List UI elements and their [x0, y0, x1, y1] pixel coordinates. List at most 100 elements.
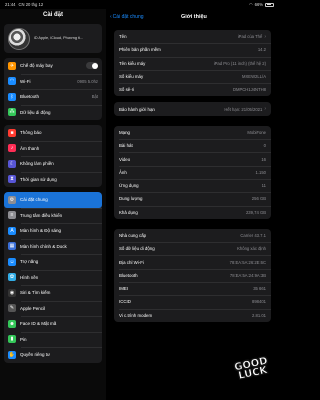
info-value: 11	[261, 183, 266, 189]
sidebar-title: Cài đặt	[42, 12, 63, 18]
info-row: ICCID 898401	[114, 295, 271, 308]
sidebar-item-faceid[interactable]: ☻ Face ID & Mật mã	[4, 316, 102, 332]
sidebar-item-label: Màn hình chính & Dock	[20, 243, 67, 249]
airplane-icon: ✈	[8, 61, 16, 70]
sidebar-item-notifications[interactable]: ■ Thông báo	[4, 125, 102, 141]
info-label: IMEI	[119, 286, 129, 292]
info-value: Không xác định	[237, 246, 266, 252]
sidebar-item-pencil[interactable]: ✎ Apple Pencil	[4, 300, 102, 317]
pencil-icon: ✎	[8, 304, 16, 313]
sidebar-group: ⚙ Cài đặt chung ≡ Trung tâm điều khiển A Màn …	[4, 192, 102, 363]
chevron-right-icon: ›	[264, 106, 266, 113]
settings-sidebar: Cài đặt iD Apple, iCloud, Phương ti... ✈…	[0, 9, 106, 400]
info-row[interactable]: Tên iPad của Thế ›	[114, 30, 271, 43]
info-row: Bài hát 0	[114, 139, 271, 152]
sidebar-item-label: Cài đặt chung	[20, 197, 48, 203]
sidebar-item-privacy[interactable]: ✋ Quyền riêng tư	[4, 347, 102, 363]
accessibility-icon: ☺	[8, 257, 16, 266]
control-center-icon: ≡	[8, 211, 16, 220]
battery-icon: ▮	[8, 335, 16, 344]
info-value: 1.150	[255, 169, 266, 175]
avatar	[8, 27, 30, 50]
info-value: iPad Pro (11 inch) (thế hệ 2)	[213, 60, 266, 66]
sidebar-item-wallpaper[interactable]: ✿ Hình nền	[4, 269, 102, 286]
info-label: Bài hát	[119, 143, 133, 149]
info-label: ICCID	[119, 299, 131, 305]
apple-id-profile[interactable]: iD Apple, iCloud, Phương ti...	[4, 24, 102, 53]
info-label: Nhà cung cấp	[119, 233, 147, 238]
notifications-icon: ■	[8, 128, 16, 137]
sidebar-item-control-center[interactable]: ≡ Trung tâm điều khiển	[4, 207, 102, 224]
gear-icon: ⚙	[8, 195, 16, 204]
sidebar-item-hourglass[interactable]: ⧗ Thời gian sử dụng	[4, 171, 102, 188]
info-label: Phiên bản phần mềm	[119, 47, 161, 53]
sidebar-item-siri[interactable]: ◉ Siri & Tìm kiếm	[4, 285, 102, 301]
sidebar-item-battery[interactable]: ▮ Pin	[4, 331, 102, 348]
sidebar-item-label: Không làm phiền	[20, 161, 54, 167]
info-row: Số kiểu máy MXEW2LL/A	[114, 69, 271, 83]
info-label: Video	[119, 156, 131, 162]
info-row[interactable]: Bảo hành giới hạn Hết hạn: 21/05/2021 ›	[114, 102, 271, 115]
wifi-status-icon: ◠	[248, 2, 253, 7]
back-button[interactable]: ‹ Cài đặt chung	[106, 14, 144, 20]
sidebar-item-label: Thông báo	[20, 130, 42, 136]
sidebar-item-label: Siri & Tìm kiếm	[20, 290, 51, 296]
sidebar-item-label: Âm thanh	[20, 145, 40, 151]
brightness-icon: A	[8, 226, 16, 235]
sidebar-item-label: Hình nền	[20, 274, 39, 280]
sidebar-item-sounds[interactable]: ♪ Âm thanh	[4, 140, 102, 157]
about-detail-pane: ‹ Cài đặt chung Giới thiệu Tên iPad của T…	[106, 9, 279, 400]
sidebar-item-bluetooth[interactable]: ᛒ Bluetooth Bật	[4, 89, 102, 105]
sidebar-group: ■ Thông báo ♪ Âm thanh ☾ Không làm phiền ⧗ Thời…	[4, 125, 102, 187]
faceid-icon: ☻	[8, 319, 16, 328]
info-label: Số sê-ri	[119, 87, 135, 93]
info-row: Tên kiểu máy iPad Pro (11 inch) (thế hệ 2…	[114, 56, 271, 70]
sidebar-item-label: Dữ liệu di động	[20, 109, 51, 115]
info-row: Ứng dụng 11	[114, 178, 271, 192]
home-screen-icon: ▦	[8, 242, 16, 251]
info-value: 256 GB	[251, 196, 266, 202]
status-bar: 21:44 CN 20 thg 12 ◠ 66%	[0, 0, 279, 9]
sidebar-item-wifi[interactable]: ◠ Wi-Fi 0905 5.0hz	[4, 73, 102, 90]
profile-subtitle: iD Apple, iCloud, Phương ti...	[34, 36, 84, 41]
sidebar-item-value: Bật	[91, 94, 98, 100]
page-title: Giới thiệu	[181, 14, 207, 20]
info-value: 16	[261, 156, 266, 162]
info-label: Vi c.trình modem	[119, 312, 153, 318]
info-label: Tên	[119, 34, 127, 40]
sidebar-item-home-screen[interactable]: ▦ Màn hình chính & Dock	[4, 238, 102, 255]
info-value: 0	[263, 143, 266, 149]
airplane-mode-toggle[interactable]	[86, 62, 98, 70]
info-label: Khả dụng	[119, 209, 138, 215]
sidebar-item-cellular[interactable]: ⁂ Dữ liệu di động	[4, 104, 102, 121]
info-row: Nhà cung cấp Carrier 43.7.1	[114, 229, 271, 242]
sidebar-item-airplane[interactable]: ✈ Chế độ máy bay	[4, 58, 102, 74]
info-label: Tên kiểu máy	[119, 60, 146, 66]
siri-icon: ◉	[8, 288, 16, 297]
info-label: Bluetooth	[119, 272, 138, 278]
sidebar-item-moon[interactable]: ☾ Không làm phiền	[4, 156, 102, 172]
sidebar-item-gear[interactable]: ⚙ Cài đặt chung	[4, 192, 102, 208]
sidebar-item-label: Trung tâm điều khiển	[20, 212, 63, 218]
sidebar-item-accessibility[interactable]: ☺ Trợ năng	[4, 254, 102, 270]
info-group: Nhà cung cấp Carrier 43.7.1 Số dữ liệu di …	[114, 228, 271, 322]
info-row: Số sê-ri DMPCH1J4NTH8	[114, 83, 271, 96]
battery-percent: 66%	[254, 2, 263, 7]
info-value: 78:EA:5A:24:9A:3B	[229, 272, 266, 278]
info-row: IMEI 35 661	[114, 282, 271, 295]
info-label: Ứng dụng	[119, 183, 139, 189]
hourglass-icon: ⧗	[8, 175, 16, 184]
info-row: Phiên bản phần mềm 14.2	[114, 43, 271, 56]
info-group: Tên iPad của Thế › Phiên bản phần mềm 14.2 Tê…	[114, 30, 271, 97]
status-date: CN 20 thg 12	[18, 2, 44, 7]
status-time: 21:44	[5, 2, 16, 7]
info-value: MobiFone	[247, 129, 266, 135]
sidebar-item-label: Bluetooth	[20, 94, 40, 100]
info-group: Bảo hành giới hạn Hết hạn: 21/05/2021 ›	[114, 102, 271, 116]
info-label: Ảnh	[119, 169, 127, 175]
info-group: Mạng MobiFone Bài hát 0 Video 16 Ảnh 1.150 Ứng d…	[114, 125, 271, 219]
sidebar-item-brightness[interactable]: A Màn hình & Độ sáng	[4, 223, 102, 239]
sidebar-item-label: Trợ năng	[20, 259, 39, 265]
info-label: Mạng	[119, 129, 130, 135]
sidebar-item-label: Face ID & Mật mã	[20, 321, 57, 327]
